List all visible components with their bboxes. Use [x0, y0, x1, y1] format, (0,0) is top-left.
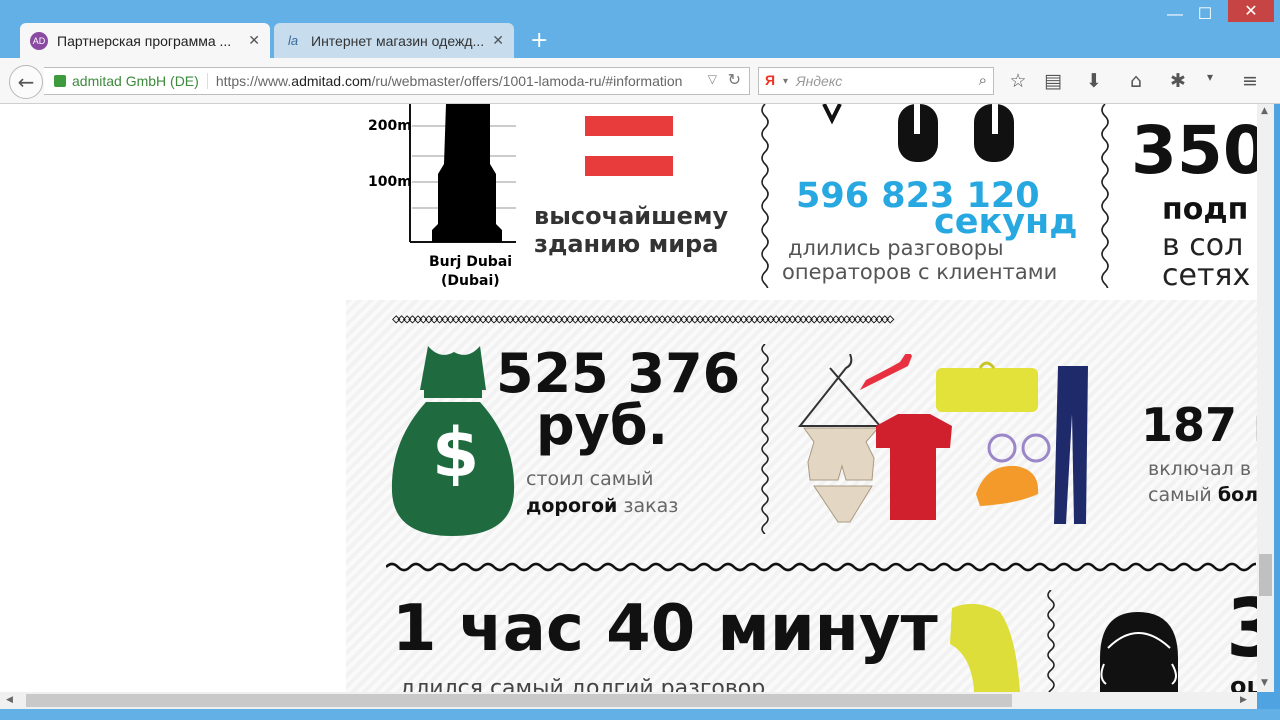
order-desc-1: стоил самый: [526, 468, 654, 490]
scroll-left-icon[interactable]: ◀: [6, 695, 13, 705]
items-number: 187 в: [1141, 398, 1257, 452]
wavy-divider: [1101, 104, 1109, 288]
wavy-divider: [1047, 590, 1055, 692]
horizontal-scrollbar[interactable]: ◀ ▶: [0, 692, 1257, 709]
url-path: /ru/webmaster/offers/1001-lamoda-ru/#inf…: [371, 73, 683, 89]
vertical-scrollbar[interactable]: ▲ ▼: [1257, 104, 1274, 692]
search-input[interactable]: Яндекс: [796, 73, 842, 89]
new-tab-button[interactable]: +: [530, 28, 548, 53]
engine-dropdown-icon[interactable]: ▾: [783, 76, 788, 87]
partial-text: ош: [1230, 672, 1257, 692]
talk-desc-1: длились разговоры: [788, 236, 1004, 260]
home-icon[interactable]: ⌂: [1124, 70, 1148, 94]
tower-caption-2: зданию мира: [534, 230, 719, 258]
search-icon[interactable]: ⌕: [979, 71, 987, 89]
lamoda-favicon-icon: la: [287, 33, 299, 48]
tower-caption-1: высочайшему: [534, 202, 729, 230]
lock-icon: [54, 75, 66, 87]
reload-icon[interactable]: ↻: [728, 70, 741, 89]
order-desc-bold: дорогой: [526, 495, 618, 517]
horizontal-scroll-thumb[interactable]: [26, 694, 1012, 707]
address-bar[interactable]: admitad GmbH (DE) https://www.admitad.co…: [44, 67, 750, 95]
items-desc-2: самый бол: [1148, 484, 1257, 506]
call-duration: 1 час 40 минут: [392, 592, 938, 666]
url-prefix: https://www.: [215, 73, 292, 89]
scroll-up-icon[interactable]: ▲: [1261, 106, 1268, 116]
reading-list-icon[interactable]: ▤: [1041, 70, 1065, 94]
tab-close-icon[interactable]: ✕: [248, 32, 260, 49]
tower-shape: [432, 104, 502, 242]
close-window-button[interactable]: ✕: [1228, 0, 1274, 22]
arrow-left-icon: ←: [17, 70, 35, 94]
navigation-toolbar: ← admitad GmbH (DE) https://www.admitad.…: [0, 58, 1280, 104]
infographic: 200m 100m Burj Dubai (Dubai) высочайшему…: [346, 104, 1257, 692]
title-bar: — ☐ ✕ AD Партнерская программа ... ✕ la …: [0, 0, 1280, 60]
bookmark-star-icon[interactable]: ☆: [1006, 70, 1030, 94]
scroll-right-icon[interactable]: ▶: [1240, 695, 1247, 705]
tower-name: Burj Dubai: [429, 254, 513, 270]
browser-window: — ☐ ✕ AD Партнерская программа ... ✕ la …: [0, 0, 1280, 720]
admitad-favicon-icon: AD: [30, 31, 48, 50]
tab-close-icon[interactable]: ✕: [492, 32, 504, 49]
wavy-divider: [761, 104, 769, 288]
tab-admitad[interactable]: AD Партнерская программа ... ✕: [20, 23, 270, 58]
dollar-symbol: $: [432, 414, 480, 493]
yellow-receiver-icon: [950, 604, 1020, 692]
order-desc-2: дорогой заказ: [526, 495, 678, 517]
tab-lamoda[interactable]: la Интернет магазин одежд... ✕: [274, 23, 514, 58]
wavy-divider: [761, 344, 769, 534]
items-desc-2-text: самый: [1148, 484, 1212, 506]
menu-icon[interactable]: ≡: [1238, 70, 1262, 94]
headset-icon: [822, 104, 1014, 162]
subs-number: 350: [1131, 112, 1257, 189]
partial-digit: 3: [1226, 582, 1257, 675]
extension-dropdown-icon[interactable]: ▾: [1198, 70, 1222, 94]
minimize-button[interactable]: —: [1158, 0, 1192, 30]
order-desc-end: заказ: [623, 495, 679, 517]
site-identity[interactable]: admitad GmbH (DE): [72, 73, 208, 89]
window-border: [0, 709, 1280, 720]
search-bar[interactable]: Я ▾ Яндекс ⌕: [758, 67, 994, 95]
url-domain: admitad.com: [291, 73, 372, 89]
scroll-down-icon[interactable]: ▼: [1261, 678, 1268, 688]
items-desc-1: включал в: [1148, 458, 1252, 480]
yandex-logo-icon[interactable]: Я: [765, 72, 783, 90]
equals-bar-top: [585, 116, 673, 136]
tower-city: (Dubai): [441, 273, 500, 289]
call-desc: длился самый долгий разговор: [400, 676, 766, 692]
zigzag-border: ◇◇◇◇◇◇◇◇◇◇◇◇◇◇◇◇◇◇◇◇◇◇◇◇◇◇◇◇◇◇◇◇◇◇◇◇◇◇◇◇…: [392, 312, 894, 326]
tab-title: Интернет магазин одежд...: [311, 32, 485, 49]
subs-text-3: сетях: [1162, 258, 1251, 293]
talk-desc-2: операторов с клиентами: [782, 260, 1058, 284]
equals-bar-bottom: [585, 156, 673, 176]
headset-icon: [1100, 612, 1178, 692]
items-desc-bold: бол: [1217, 484, 1257, 506]
tower-tick-100: 100m: [368, 174, 412, 190]
history-dropdown-icon[interactable]: ▽: [708, 72, 717, 86]
downloads-icon[interactable]: ⬇: [1082, 70, 1106, 94]
url-text[interactable]: https://www.admitad.com/ru/webmaster/off…: [216, 73, 683, 89]
maximize-button[interactable]: ☐: [1188, 0, 1222, 30]
back-button[interactable]: ←: [9, 65, 43, 99]
wavy-horizontal-divider: [386, 562, 1256, 572]
vertical-scroll-thumb[interactable]: [1259, 554, 1272, 596]
clothing-items-illustration: [797, 354, 1088, 524]
order-currency: руб.: [536, 394, 669, 457]
tower-tick-200: 200m: [368, 118, 412, 134]
page-content: 200m 100m Burj Dubai (Dubai) высочайшему…: [0, 104, 1257, 692]
tab-title: Партнерская программа ...: [57, 32, 232, 49]
tower-chart: [409, 104, 516, 243]
extension-icon[interactable]: ✱: [1166, 70, 1190, 94]
subs-text-1: подп: [1162, 192, 1249, 227]
